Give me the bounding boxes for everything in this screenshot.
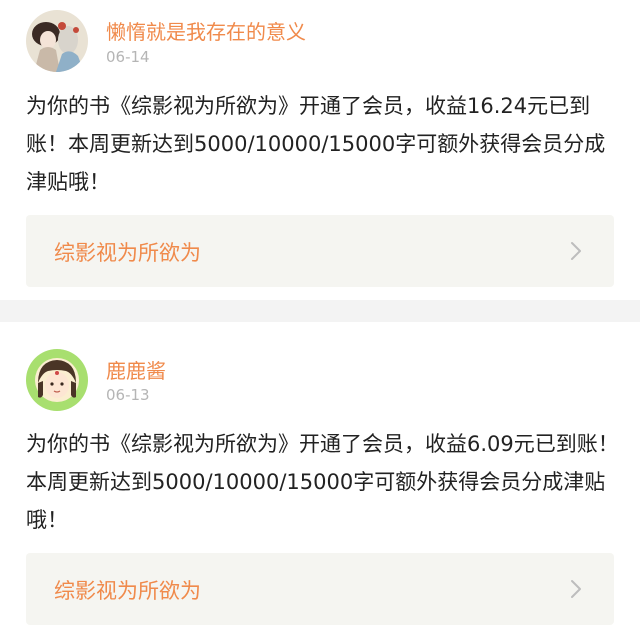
book-title: 综影视为所欲为 xyxy=(54,579,201,603)
notification-message: 为你的书《综影视为所欲为》开通了会员，收益16.24元已到账！本周更新达到500… xyxy=(26,94,606,194)
book-link-card[interactable]: 综影视为所欲为 xyxy=(26,215,614,287)
cartoon-girl-avatar-icon xyxy=(26,349,88,411)
user-avatar[interactable] xyxy=(26,349,88,411)
post-date: 06-14 xyxy=(106,48,150,66)
notification-card: 鹿鹿酱 06-13 为你的书《综影视为所欲为》开通了会员，收益6.09元已到账！… xyxy=(0,322,640,636)
username[interactable]: 懒惰就是我存在的意义 xyxy=(106,16,306,45)
notification-feed: 懒惰就是我存在的意义 06-14 为你的书《综影视为所欲为》开通了会员，收益16… xyxy=(0,0,640,636)
chevron-right-icon xyxy=(571,242,581,260)
notification-message: 为你的书《综影视为所欲为》开通了会员，收益6.09元已到账！本周更新达到5000… xyxy=(26,432,619,532)
book-title: 综影视为所欲为 xyxy=(54,241,201,265)
book-link-card[interactable]: 综影视为所欲为 xyxy=(26,553,614,625)
post-date: 06-13 xyxy=(106,386,150,404)
username[interactable]: 鹿鹿酱 xyxy=(106,355,166,384)
chevron-right-icon xyxy=(571,580,581,598)
anime-character-avatar-icon xyxy=(26,10,88,72)
section-divider xyxy=(0,300,640,322)
user-avatar[interactable] xyxy=(26,10,88,72)
notification-card: 懒惰就是我存在的意义 06-14 为你的书《综影视为所欲为》开通了会员，收益16… xyxy=(0,0,640,300)
